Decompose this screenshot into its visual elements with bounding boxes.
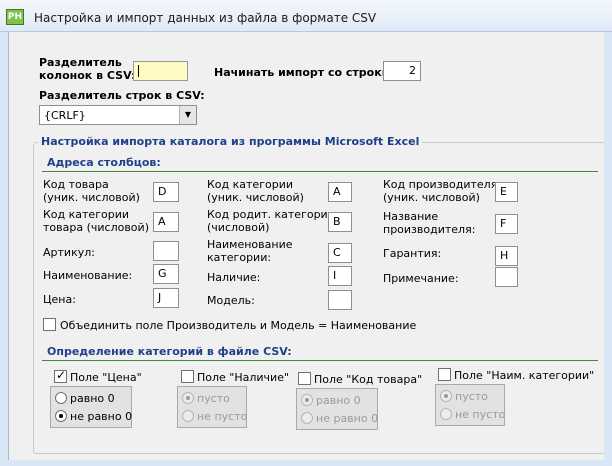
availability-rule-label: Поле "Наличие" <box>197 371 290 384</box>
product-code-not-equal-zero-radio[interactable] <box>301 412 313 424</box>
availability-rule-checkbox[interactable] <box>181 370 194 383</box>
manufacturer-name-column-input[interactable]: F <box>495 214 518 234</box>
window-border-right <box>604 32 612 466</box>
category-name-not-empty-label: не пусто <box>455 408 506 421</box>
parent-category-column-input[interactable]: B <box>328 212 352 232</box>
row-separator-value: {CRLF} <box>44 109 86 122</box>
category-name-rule-checkbox[interactable] <box>438 368 451 381</box>
product-code-rule-label: Поле "Код товара" <box>314 373 423 386</box>
manufacturer-code-column-input[interactable]: E <box>495 182 518 202</box>
category-name-rule-label: Поле "Наим. категории" <box>454 369 595 382</box>
note-column-input[interactable] <box>495 267 518 287</box>
price-rule-label: Поле "Цена" <box>70 371 142 384</box>
category-name-not-empty-radio[interactable] <box>440 408 452 420</box>
field-label: Наименование <box>207 238 293 251</box>
model-column-input[interactable] <box>328 290 352 310</box>
article-column-input[interactable] <box>153 241 179 261</box>
warranty-column-input[interactable]: H <box>495 246 518 266</box>
field-label: Модель: <box>207 294 255 307</box>
category-name-empty-label: пусто <box>455 390 488 403</box>
field-label: Цена: <box>43 293 76 306</box>
title-bar: PH Настройка и импорт данных из файла в … <box>0 0 612 32</box>
dialog-client-area: Разделитель колонок в CSV: Начинать импо… <box>8 32 612 460</box>
name-column-input[interactable]: G <box>153 264 179 284</box>
availability-not-empty-label: не пусто <box>197 410 248 423</box>
app-icon: PH <box>6 9 24 25</box>
product-code-rule-checkbox[interactable] <box>298 372 311 385</box>
columns-section-divider <box>42 171 598 172</box>
field-label: Гарантия: <box>383 247 442 260</box>
start-row-input[interactable]: 2 <box>383 61 421 81</box>
field-label: Код производителя <box>383 178 498 191</box>
field-label: (уник. числовой) <box>43 191 140 204</box>
field-label: Наименование: <box>43 269 133 282</box>
price-equal-zero-label: равно 0 <box>70 392 115 405</box>
col-separator-input[interactable] <box>133 61 188 81</box>
availability-column-input[interactable]: I <box>328 266 352 286</box>
field-label: Название <box>383 210 439 223</box>
chevron-down-icon[interactable]: ▼ <box>179 106 196 124</box>
product-code-equal-zero-radio[interactable] <box>301 394 313 406</box>
field-label: категории: <box>207 251 272 264</box>
text-caret <box>138 65 139 77</box>
price-column-input[interactable]: J <box>153 288 179 308</box>
row-sep-label: Разделитель строк в CSV: <box>39 89 205 102</box>
category-name-empty-radio[interactable] <box>440 390 452 402</box>
field-label: товара (числовой) <box>43 221 149 234</box>
field-label: (уник. числовой) <box>207 191 304 204</box>
field-label: Код категории <box>43 208 129 221</box>
price-not-equal-zero-radio[interactable] <box>55 410 67 422</box>
dialog-window: PH Настройка и импорт данных из файла в … <box>0 0 612 466</box>
availability-empty-label: пусто <box>197 392 230 405</box>
excel-group-title: Настройка импорта каталога из программы … <box>38 135 423 148</box>
categories-section-divider <box>42 360 598 361</box>
product-category-column-input[interactable]: A <box>153 212 179 232</box>
start-row-label: Начинать импорт со строки: <box>214 66 394 79</box>
price-equal-zero-radio[interactable] <box>55 392 67 404</box>
field-label: Наличие: <box>207 271 261 284</box>
price-rule-checkbox[interactable] <box>54 368 67 383</box>
columns-section-title: Адреса столбцов: <box>47 156 161 169</box>
field-label: Код родит. категории <box>207 208 335 221</box>
categories-section-title: Определение категорий в файле CSV: <box>47 345 292 358</box>
product-code-column-input[interactable]: D <box>153 182 179 202</box>
category-code-column-input[interactable]: A <box>328 182 352 202</box>
row-separator-select[interactable]: {CRLF} ▼ <box>39 105 197 125</box>
field-label: производителя: <box>383 223 476 236</box>
field-label: (уник. числовой) <box>383 191 480 204</box>
window-title: Настройка и импорт данных из файла в фор… <box>34 11 377 25</box>
window-border-bottom <box>0 460 612 466</box>
availability-empty-radio[interactable] <box>182 392 194 404</box>
col-sep-label-line1: Разделитель <box>39 56 122 69</box>
merge-checkbox-label: Объединить поле Производитель и Модель =… <box>60 319 417 332</box>
merge-manufacturer-model-checkbox[interactable] <box>43 318 56 331</box>
field-label: Артикул: <box>43 246 95 259</box>
category-name-column-input[interactable]: C <box>328 243 352 263</box>
field-label: Примечание: <box>383 272 459 285</box>
field-label: Код товара <box>43 178 109 191</box>
field-label: (числовой) <box>207 221 270 234</box>
product-code-not-equal-zero-label: не равно 0 <box>316 412 379 425</box>
field-label: Код категории <box>207 178 293 191</box>
col-sep-label-line2: колонок в CSV: <box>39 69 136 82</box>
price-not-equal-zero-label: не равно 0 <box>70 410 133 423</box>
product-code-equal-zero-label: равно 0 <box>316 394 361 407</box>
availability-not-empty-radio[interactable] <box>182 410 194 422</box>
